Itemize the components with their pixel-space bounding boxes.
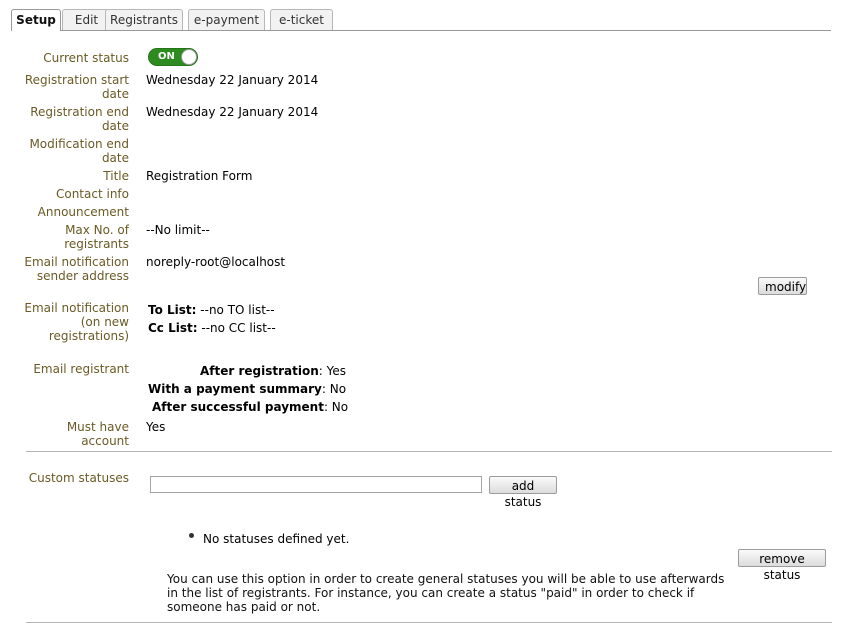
no-statuses-text: No statuses defined yet. [203, 532, 350, 546]
toggle-knob[interactable] [181, 49, 197, 65]
after-payment-label: After successful payment [152, 400, 324, 414]
tab-e-payment[interactable]: e-payment [188, 9, 265, 30]
after-registration-value: : Yes [318, 364, 347, 378]
to-list-label: To List: [148, 303, 197, 317]
title-value: Registration Form [146, 169, 253, 183]
email-sender-value: noreply-root@localhost [146, 255, 286, 269]
current-status-label: Current status [43, 51, 129, 65]
tab-bar: Setup Edit Registrants e-payment e-ticke… [11, 9, 831, 31]
title-label: Title [103, 169, 129, 183]
must-have-account-value: Yes [146, 420, 166, 434]
tab-edit[interactable]: Edit [62, 9, 111, 30]
max-registrants-value: --No limit-- [146, 223, 210, 237]
status-name-input[interactable] [150, 476, 482, 493]
tab-setup[interactable]: Setup [11, 9, 61, 31]
modification-end-label: Modification end date [29, 137, 129, 165]
custom-statuses-help: You can use this option in order to crea… [167, 572, 725, 614]
bottom-divider [26, 622, 832, 623]
max-registrants-label: Max No. of registrants [64, 223, 129, 251]
add-status-button[interactable]: add status [489, 476, 557, 509]
to-list: To List: --no TO list-- [148, 303, 275, 317]
list-bullet-icon [189, 533, 194, 538]
cc-list-value: --no CC list-- [201, 321, 276, 335]
email-notification-label: Email notification (on new registrations… [24, 301, 129, 343]
contact-info-label: Contact info [55, 187, 129, 201]
registration-end-label: Registration end date [30, 105, 129, 133]
announcement-label: Announcement [37, 205, 129, 219]
email-sender-label: Email notification sender address [24, 255, 129, 283]
section-divider [26, 451, 832, 452]
status-toggle[interactable]: ON [148, 48, 198, 66]
custom-statuses-label: Custom statuses [28, 471, 129, 485]
tab-e-ticket[interactable]: e-ticket [270, 9, 333, 30]
after-registration-row: After registration: Yes [200, 364, 346, 378]
remove-status-button[interactable]: remove status [738, 549, 826, 582]
email-registrant-label: Email registrant [33, 362, 129, 376]
cc-list: Cc List: --no CC list-- [148, 321, 276, 335]
toggle-on-text: ON [158, 51, 175, 62]
tab-registrants[interactable]: Registrants [105, 9, 183, 30]
registration-start-value: Wednesday 22 January 2014 [146, 73, 319, 87]
to-list-value: --no TO list-- [200, 303, 275, 317]
after-registration-label: After registration [200, 364, 319, 378]
modify-button[interactable]: modify [758, 277, 807, 295]
must-have-account-label: Must have account [66, 420, 129, 448]
after-payment-value: : No [323, 400, 349, 414]
payment-summary-value: : No [321, 382, 347, 396]
registration-start-label: Registration start date [24, 73, 129, 101]
registration-end-value: Wednesday 22 January 2014 [146, 105, 319, 119]
cc-list-label: Cc List: [148, 321, 198, 335]
after-payment-row: After successful payment: No [152, 400, 348, 414]
payment-summary-label: With a payment summary [148, 382, 322, 396]
payment-summary-row: With a payment summary: No [148, 382, 346, 396]
